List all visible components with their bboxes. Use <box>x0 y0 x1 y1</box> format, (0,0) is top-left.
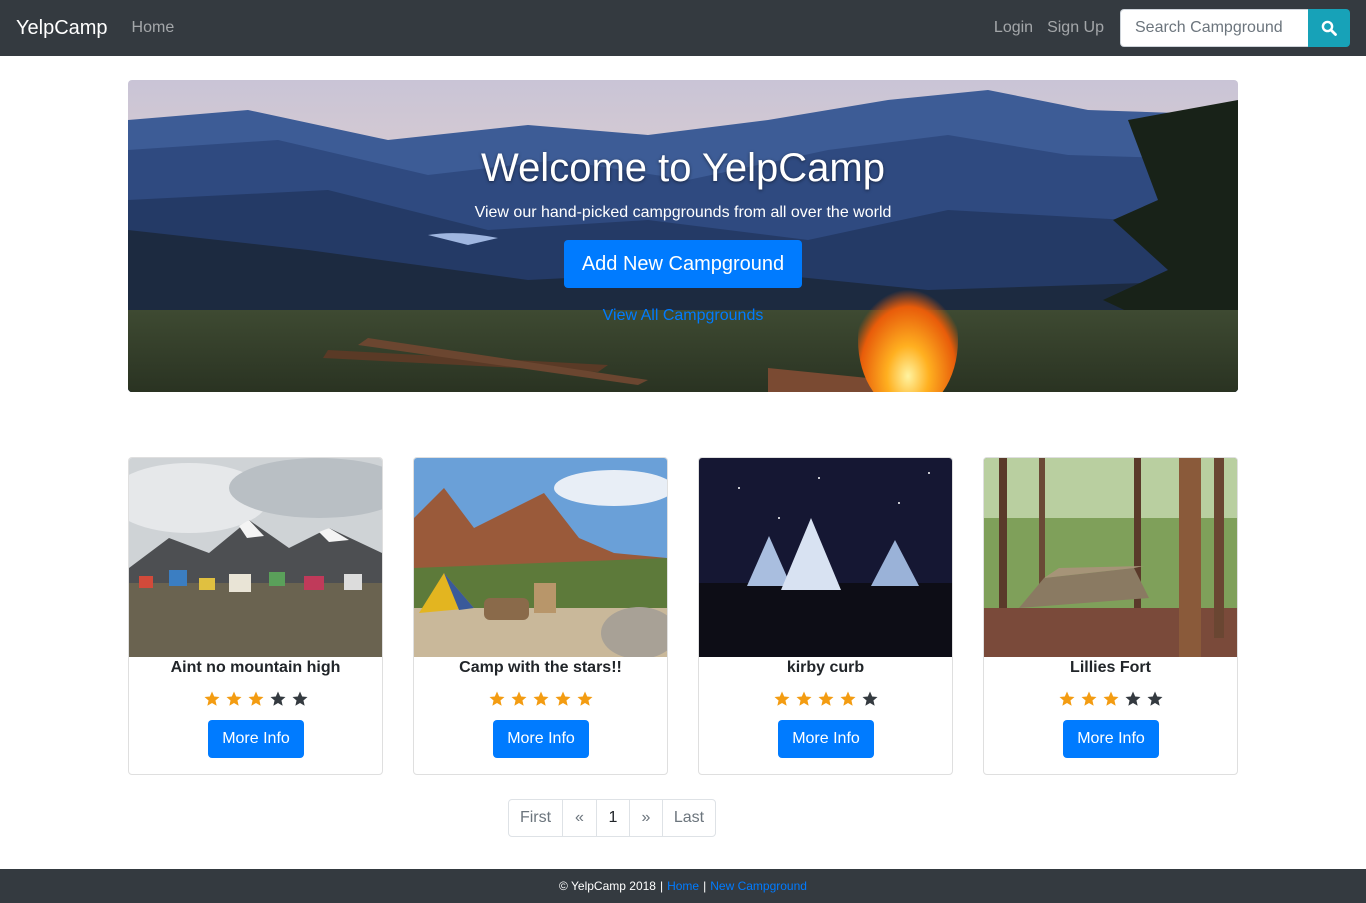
star-filled-icon <box>1103 691 1118 706</box>
pagination: First « 1 » Last <box>508 799 716 837</box>
add-new-campground-button[interactable]: Add New Campground <box>564 240 802 288</box>
campground-card: Lillies Fort More Info <box>983 457 1238 775</box>
star-rating <box>129 690 382 708</box>
brand-logo[interactable]: YelpCamp <box>16 17 108 40</box>
footer-separator: | <box>703 879 707 893</box>
star-filled-icon <box>774 691 789 706</box>
search-form <box>1120 9 1350 47</box>
star-filled-icon <box>248 691 263 706</box>
search-button[interactable] <box>1308 9 1350 47</box>
more-info-button[interactable]: More Info <box>493 720 589 758</box>
campground-name: kirby curb <box>786 659 865 676</box>
star-filled-icon <box>818 691 833 706</box>
star-filled-icon <box>204 691 219 706</box>
campground-card: Camp with the stars!! More Info <box>413 457 668 775</box>
star-empty-icon <box>1147 691 1162 706</box>
star-rating <box>699 690 952 708</box>
star-empty-icon <box>270 691 285 706</box>
hero-jumbotron: Welcome to YelpCamp View our hand-picked… <box>128 80 1238 392</box>
page-first[interactable]: First <box>508 799 563 837</box>
navbar: YelpCamp Home Login Sign Up <box>0 0 1366 56</box>
search-icon <box>1321 20 1337 36</box>
campground-image <box>129 458 382 657</box>
more-info-button[interactable]: More Info <box>778 720 874 758</box>
view-all-campgrounds-link[interactable]: View All Campgrounds <box>128 307 1238 325</box>
page-current[interactable]: 1 <box>596 799 630 837</box>
star-empty-icon <box>862 691 877 706</box>
nav-login-link[interactable]: Login <box>994 19 1033 37</box>
star-filled-icon <box>1081 691 1096 706</box>
star-filled-icon <box>1059 691 1074 706</box>
search-input[interactable] <box>1120 9 1308 47</box>
footer-copyright: © YelpCamp 2018 <box>559 879 656 893</box>
hero-content: Welcome to YelpCamp View our hand-picked… <box>128 80 1238 392</box>
star-filled-icon <box>840 691 855 706</box>
campground-image <box>984 458 1237 657</box>
footer: © YelpCamp 2018 | Home | New Campground <box>0 869 1366 903</box>
page-last[interactable]: Last <box>662 799 716 837</box>
nav-signup-link[interactable]: Sign Up <box>1047 19 1104 37</box>
more-info-button[interactable]: More Info <box>208 720 304 758</box>
nav-home-link[interactable]: Home <box>132 19 175 37</box>
campground-name: Lillies Fort <box>1070 659 1151 676</box>
hero-title: Welcome to YelpCamp <box>481 146 885 190</box>
star-filled-icon <box>577 691 592 706</box>
campground-card: Aint no mountain high More Info <box>128 457 383 775</box>
star-empty-icon <box>1125 691 1140 706</box>
campground-name: Camp with the stars!! <box>459 659 622 676</box>
campground-card: kirby curb More Info <box>698 457 953 775</box>
page-next[interactable]: » <box>629 799 663 837</box>
more-info-button[interactable]: More Info <box>1063 720 1159 758</box>
star-filled-icon <box>226 691 241 706</box>
star-rating <box>984 690 1237 708</box>
star-rating <box>414 690 667 708</box>
star-filled-icon <box>555 691 570 706</box>
footer-new-campground-link[interactable]: New Campground <box>710 879 807 893</box>
campground-image <box>414 458 667 657</box>
star-filled-icon <box>511 691 526 706</box>
footer-separator: | <box>659 879 664 893</box>
star-filled-icon <box>489 691 504 706</box>
star-empty-icon <box>292 691 307 706</box>
nav-right: Login Sign Up <box>994 9 1350 47</box>
footer-home-link[interactable]: Home <box>667 879 699 893</box>
star-filled-icon <box>533 691 548 706</box>
campground-image <box>699 458 952 657</box>
page-prev[interactable]: « <box>562 799 597 837</box>
campground-name: Aint no mountain high <box>170 659 341 676</box>
hero-subtitle: View our hand-picked campgrounds from al… <box>474 204 892 221</box>
star-filled-icon <box>796 691 811 706</box>
